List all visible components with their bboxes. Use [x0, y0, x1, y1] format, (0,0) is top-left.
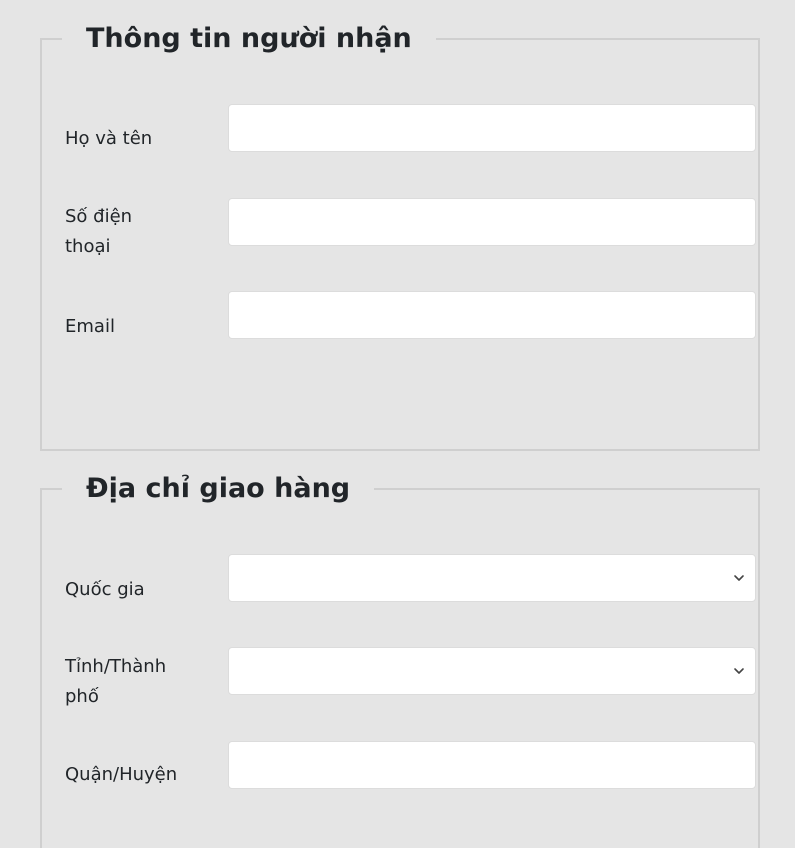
chevron-down-icon	[734, 575, 744, 581]
district-input[interactable]	[228, 741, 756, 789]
phone-label: Số điện thoại	[65, 206, 133, 257]
full-name-input[interactable]	[228, 104, 756, 152]
province-label: Tỉnh/Thành phố	[65, 656, 167, 707]
country-label: Quốc gia	[65, 579, 145, 600]
chevron-down-icon	[734, 668, 744, 674]
full-name-label: Họ và tên	[65, 128, 153, 149]
province-select[interactable]	[228, 647, 756, 695]
recipient-info-fieldset: Thông tin người nhận Họ và tên Số điện t…	[40, 20, 760, 451]
email-label: Email	[65, 316, 115, 337]
recipient-info-legend: Thông tin người nhận	[62, 20, 436, 58]
email-input[interactable]	[228, 291, 756, 339]
district-label: Quận/Huyện	[65, 764, 178, 785]
shipping-address-fieldset: Địa chỉ giao hàng Quốc gia Tỉnh/Thành ph…	[40, 470, 760, 848]
shipping-address-legend: Địa chỉ giao hàng	[62, 470, 375, 508]
phone-input[interactable]	[228, 198, 756, 246]
country-select[interactable]	[228, 554, 756, 602]
